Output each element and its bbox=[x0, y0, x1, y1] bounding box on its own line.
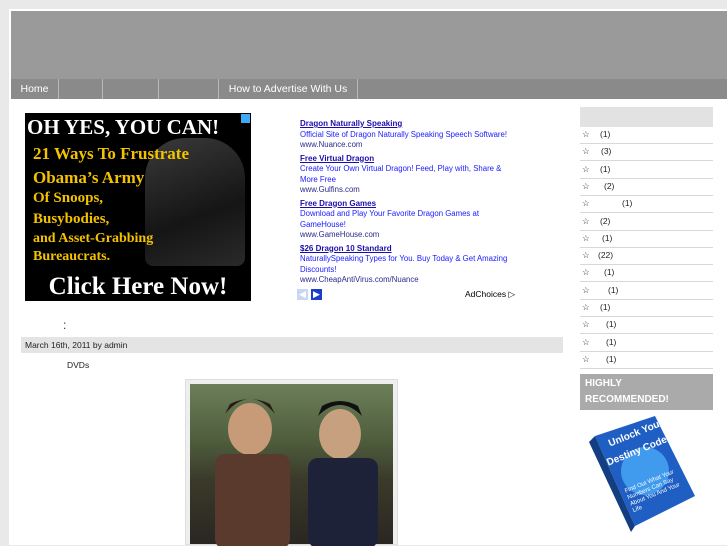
category-item[interactable]: ☆ (1) bbox=[580, 195, 713, 214]
destiny-code-ebook[interactable]: Unlock Your Destiny Code Find Out What Y… bbox=[585, 416, 697, 532]
category-count: (1) bbox=[600, 129, 611, 139]
star-icon: ☆ bbox=[582, 146, 590, 157]
star-icon: ☆ bbox=[582, 319, 590, 330]
ad-text: Create Your Own Virtual Dragon! Feed, Pl… bbox=[300, 164, 502, 184]
ad-unit[interactable]: Free Virtual Dragon Create Your Own Virt… bbox=[300, 154, 520, 196]
banner-line: Obama’s Army bbox=[33, 168, 145, 187]
category-count: (1) bbox=[608, 284, 619, 295]
category-item[interactable]: ☆ (2) bbox=[580, 213, 713, 231]
category-count: (22) bbox=[598, 250, 614, 261]
category-count: (1) bbox=[622, 198, 633, 209]
banner-line: Bureaucrats. bbox=[33, 249, 111, 264]
star-icon: ☆ bbox=[582, 250, 590, 261]
banner-line: Busybodies, bbox=[33, 211, 110, 227]
category-count: (1) bbox=[606, 336, 617, 347]
post-title: : bbox=[63, 318, 67, 332]
post-body: DVDs bbox=[67, 360, 90, 370]
ad-text: Official Site of Dragon Naturally Speaki… bbox=[300, 129, 508, 139]
ad-url[interactable]: www.CheapAntiVirus.com/Nuance bbox=[300, 275, 520, 286]
recommended-heading: HIGHLY RECOMMENDED! bbox=[580, 374, 713, 410]
category-item[interactable]: ☆ (2) bbox=[580, 178, 713, 196]
star-icon: ☆ bbox=[582, 180, 590, 191]
chevron-right-icon[interactable]: ▶ bbox=[311, 289, 322, 300]
category-count: (1) bbox=[604, 267, 615, 278]
nav-item-3[interactable] bbox=[103, 79, 159, 99]
site-header bbox=[11, 11, 727, 79]
ad-text: NaturallySpeaking Types for You. Buy Tod… bbox=[300, 254, 508, 274]
nav-item-2[interactable] bbox=[59, 79, 103, 99]
category-count: (2) bbox=[600, 215, 611, 226]
category-count: (1) bbox=[606, 319, 617, 330]
banner-line: and Asset-Grabbing bbox=[33, 231, 154, 246]
category-count: (1) bbox=[606, 353, 617, 364]
category-item[interactable]: ☆ (22) bbox=[580, 247, 713, 266]
star-icon: ☆ bbox=[582, 302, 590, 312]
star-icon: ☆ bbox=[582, 129, 590, 139]
ad-unit[interactable]: $26 Dragon 10 Standard NaturallySpeaking… bbox=[300, 244, 520, 286]
ad-title[interactable]: Dragon Naturally Speaking bbox=[300, 119, 520, 130]
category-count: (3) bbox=[601, 146, 612, 157]
adchoices-label: AdChoices bbox=[465, 289, 507, 299]
banner-line: OH YES, YOU CAN! bbox=[27, 115, 220, 139]
star-icon: ☆ bbox=[582, 198, 590, 209]
star-icon: ☆ bbox=[582, 284, 590, 295]
text-ads: Dragon Naturally Speaking Official Site … bbox=[300, 119, 520, 289]
nav-home[interactable]: Home bbox=[11, 79, 59, 99]
star-icon: ☆ bbox=[582, 232, 590, 243]
category-count: (1) bbox=[600, 302, 611, 312]
category-item[interactable]: ☆ (1) bbox=[580, 351, 713, 369]
category-item[interactable]: ☆ (1) bbox=[580, 316, 713, 335]
ad-url[interactable]: www.Nuance.com bbox=[300, 140, 520, 151]
ad-title[interactable]: Free Dragon Games bbox=[300, 199, 520, 210]
sidebar-heading bbox=[580, 107, 713, 127]
banner-line: Of Snoops, bbox=[33, 190, 104, 206]
star-icon: ☆ bbox=[582, 215, 590, 226]
ad-title[interactable]: $26 Dragon 10 Standard bbox=[300, 244, 520, 255]
category-item[interactable]: ☆ (3) bbox=[580, 143, 713, 162]
ad-unit[interactable]: Free Dragon Games Download and Play Your… bbox=[300, 199, 520, 241]
post-image bbox=[185, 379, 398, 546]
adchoices-link[interactable]: AdChoices ▷ bbox=[465, 289, 515, 300]
ad-unit[interactable]: Dragon Naturally Speaking Official Site … bbox=[300, 119, 520, 151]
post-image-content bbox=[190, 384, 393, 546]
ad-url[interactable]: www.GameHouse.com bbox=[300, 230, 520, 241]
ad-banner[interactable]: OH YES, YOU CAN! 21 Ways To Frustrate Ob… bbox=[25, 113, 251, 301]
nav-advertise[interactable]: How to Advertise With Us bbox=[219, 79, 358, 99]
ad-title[interactable]: Free Virtual Dragon bbox=[300, 154, 520, 165]
post-dateline: March 16th, 2011 by admin bbox=[21, 337, 563, 353]
star-icon: ☆ bbox=[582, 267, 590, 278]
category-item[interactable]: ☆ (1) bbox=[580, 264, 713, 283]
star-icon: ☆ bbox=[582, 336, 590, 347]
category-count: (1) bbox=[602, 232, 613, 243]
category-item[interactable]: ☆ (1) bbox=[580, 282, 713, 300]
category-item[interactable]: ☆ (1) bbox=[580, 230, 713, 248]
category-item[interactable]: ☆ (1) bbox=[580, 126, 713, 144]
star-icon: ☆ bbox=[582, 353, 590, 364]
star-icon: ☆ bbox=[582, 163, 590, 174]
nav-item-4[interactable] bbox=[159, 79, 219, 99]
category-item[interactable]: ☆ (1) bbox=[580, 161, 713, 179]
category-count: (2) bbox=[604, 180, 615, 191]
banner-cta[interactable]: Click Here Now! bbox=[25, 273, 251, 301]
ad-text: Download and Play Your Favorite Dragon G… bbox=[300, 209, 479, 229]
top-nav: Home How to Advertise With Us bbox=[11, 79, 727, 99]
adchoices-triangle-icon: ▷ bbox=[508, 289, 516, 299]
ad-url[interactable]: www.Gulfins.com bbox=[300, 185, 520, 196]
category-item[interactable]: ☆ (1) bbox=[580, 334, 713, 352]
category-item[interactable]: ☆ (1) bbox=[580, 299, 713, 317]
chevron-left-icon[interactable]: ◀ bbox=[297, 289, 308, 300]
category-count: (1) bbox=[600, 163, 611, 174]
banner-line: 21 Ways To Frustrate bbox=[33, 144, 190, 163]
